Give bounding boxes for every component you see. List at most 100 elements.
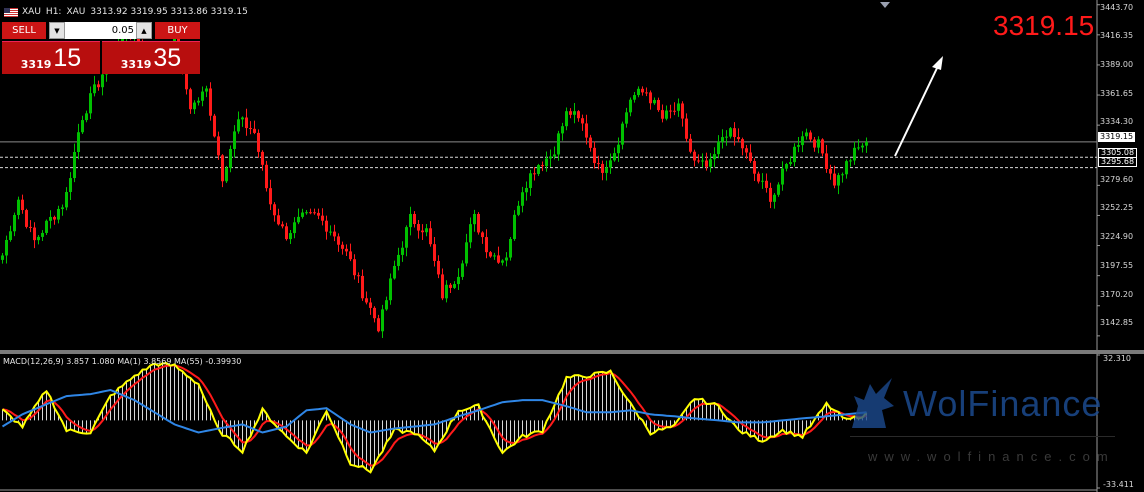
candle-body [533,173,536,175]
candle-body [813,139,816,148]
candle-body [733,128,736,138]
candle-body [729,128,732,137]
candle-body [281,224,284,227]
candle-body [37,236,40,241]
candle-body [645,92,648,94]
candle-body [713,154,716,160]
candle-body [233,131,236,149]
candle-body [797,145,800,147]
candle-body [225,167,228,182]
candle-body [249,128,252,130]
candle-body [853,147,856,161]
candle-body [305,212,308,214]
candle-body [617,144,620,154]
lot-decrease-icon[interactable]: ▼ [49,22,65,39]
candle-body [33,227,36,241]
candle-body [833,173,836,186]
candle-body [345,248,348,252]
candle-body [485,237,488,253]
candle-body [425,228,428,233]
candle-body [393,265,396,279]
candle-body [461,263,464,277]
candle-body [605,167,608,173]
candle-body [229,148,232,168]
candle-body [237,119,240,132]
candle-body [73,152,76,179]
candle-body [377,318,380,332]
candle-body [773,194,776,202]
candle-body [49,216,52,221]
candle-body [245,117,248,129]
candle-body [785,164,788,169]
candle-body [777,184,780,195]
candle-body [609,160,612,168]
candle-body [269,188,272,205]
candle-body [93,84,96,94]
candle-body [77,132,80,153]
candle-body [761,180,764,182]
candle-body [665,110,668,119]
candle-body [317,212,320,216]
candle-body [253,128,256,133]
candle-body [385,300,388,310]
sell-button[interactable]: SELL [2,22,46,39]
price-tick: 3170.20 [1100,290,1134,299]
candle-body [673,110,676,112]
candle-body [585,123,588,138]
candle-body [581,118,584,124]
candle-body [473,213,476,225]
candle-body [285,226,288,240]
candle-body [193,102,196,110]
candle-body [757,173,760,182]
candle-body [433,244,436,261]
candle-body [277,215,280,225]
candle-body [85,113,88,121]
candle-body [57,208,60,220]
buy-button[interactable]: BUY [155,22,200,39]
candle-body [69,178,72,193]
candle-body [625,112,628,124]
chart-header: XAU H1: XAU 3313.92 3319.95 3313.86 3319… [4,4,253,20]
price-tick: 3334.30 [1100,117,1134,126]
candle-body [421,230,424,233]
candle-body [273,204,276,216]
candle-body [401,247,404,255]
candle-body [493,255,496,257]
lot-increase-icon[interactable]: ▲ [136,22,152,39]
candle-body [309,212,312,214]
candle-body [841,174,844,176]
candle-body [357,275,360,277]
buy-price-button[interactable]: 3319 35 [102,41,200,74]
candle-body [397,254,400,266]
candle-body [553,154,556,157]
candle-body [753,161,756,174]
candle-body [469,224,472,243]
lot-size-input[interactable] [65,22,136,39]
header-symbol: XAU [22,7,41,17]
candle-body [81,120,84,133]
candle-body [405,227,408,248]
macd-indicator-label: MACD(12,26,9) 3.857 1.080 MA(1) 3.8569 M… [3,357,242,366]
candle-body [525,187,528,193]
candle-body [669,110,672,112]
candle-body [297,216,300,223]
candle-body [745,148,748,153]
candle-body [741,139,744,149]
candle-body [765,180,768,188]
sell-price-button[interactable]: 3319 15 [2,41,100,74]
candle-body [569,111,572,115]
price-tick: 3224.90 [1100,232,1134,241]
candle-body [417,224,420,231]
trend-arrow-head-icon [932,56,943,70]
trend-arrow-line [894,65,939,157]
current-price-annotation: 3319.15 [993,10,1095,41]
candle-body [641,88,644,93]
candle-body [637,88,640,96]
candle-body [477,213,480,233]
sell-price-big: 15 [53,43,82,72]
pane-separator [0,350,1144,354]
candle-body [557,133,560,155]
candle-body [189,89,192,110]
wolf-logo-icon [852,378,894,428]
candle-body [257,132,260,152]
